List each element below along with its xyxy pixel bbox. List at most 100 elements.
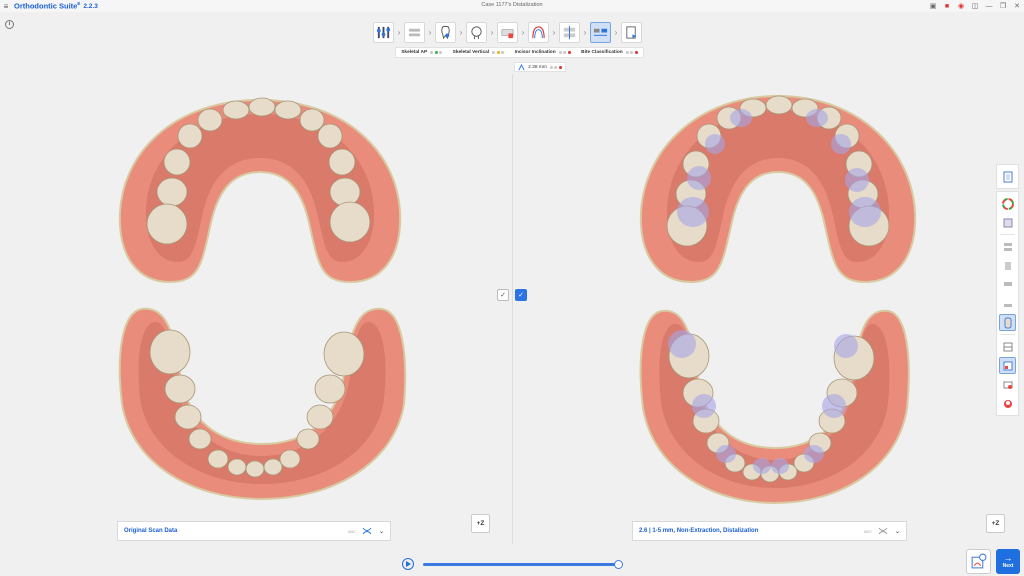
original-data-dropdown[interactable]: Original Scan Data ABC ⌄ bbox=[117, 521, 391, 541]
gum-icon bbox=[1003, 399, 1012, 408]
step-report-export[interactable] bbox=[621, 22, 642, 43]
occlusal-view-icon bbox=[1004, 317, 1011, 328]
status-dots bbox=[558, 51, 571, 54]
workflow-steps: › › › › › › › › bbox=[373, 21, 642, 44]
status-dots bbox=[430, 51, 443, 54]
view-divider[interactable] bbox=[512, 74, 513, 544]
report-export-icon bbox=[626, 26, 637, 39]
movement-table-button[interactable] bbox=[999, 357, 1016, 374]
status-dots bbox=[625, 51, 638, 54]
chevron-right-icon: › bbox=[521, 28, 525, 37]
view-cube-icon bbox=[1003, 171, 1012, 182]
show-upper-jaw-button[interactable] bbox=[999, 276, 1016, 293]
occlusal-view-button[interactable] bbox=[999, 314, 1016, 331]
chevron-right-icon: › bbox=[614, 28, 618, 37]
face-scan-icon bbox=[471, 26, 482, 40]
z-axis-right-button[interactable]: +Z bbox=[986, 514, 1005, 533]
original-lower-arch[interactable] bbox=[112, 304, 412, 502]
screen-capture-icon[interactable]: ▣ bbox=[926, 0, 940, 12]
superimpose-icon bbox=[1003, 342, 1012, 351]
app-title: Orthodontic SuiteE bbox=[14, 1, 81, 11]
chevron-right-icon: › bbox=[459, 28, 463, 37]
planned-upper-arch[interactable] bbox=[633, 88, 923, 288]
title-bar: ≡ Orthodontic SuiteE 2.2.3 Case 1177's D… bbox=[0, 0, 1024, 12]
lower-jaw-icon bbox=[1003, 303, 1012, 307]
color-wheel-icon bbox=[1001, 197, 1014, 210]
step-arch-form[interactable] bbox=[528, 22, 549, 43]
close-icon[interactable]: ✕ bbox=[1010, 0, 1024, 12]
upper-jaw-icon bbox=[1003, 281, 1012, 286]
hamburger-menu-icon[interactable]: ≡ bbox=[0, 0, 12, 12]
model-base-icon bbox=[501, 29, 514, 39]
show-right-view-button[interactable] bbox=[999, 257, 1016, 274]
color-map-button[interactable] bbox=[999, 195, 1016, 212]
classification-skeletal-ap[interactable]: Skeletal AP bbox=[401, 50, 443, 55]
show-lower-jaw-button[interactable] bbox=[999, 295, 1016, 312]
next-button[interactable]: → Next bbox=[996, 549, 1020, 574]
restore-icon[interactable]: ❐ bbox=[996, 0, 1010, 12]
attachment-button[interactable] bbox=[999, 376, 1016, 393]
arch-toggle-icon[interactable] bbox=[878, 527, 888, 535]
select-planned-checkbox[interactable]: ✓ bbox=[515, 289, 527, 301]
overjet-value: 2.38 mm bbox=[528, 64, 547, 70]
camera-icon[interactable]: ◫ bbox=[968, 0, 982, 12]
timeline-slider-track[interactable] bbox=[423, 563, 619, 566]
record-icon[interactable]: ◉ bbox=[954, 0, 968, 12]
z-axis-left-button[interactable]: +Z bbox=[471, 514, 490, 533]
both-jaws-icon bbox=[1003, 242, 1012, 251]
arrow-right-icon: → bbox=[1003, 553, 1013, 563]
chevron-down-icon[interactable]: ⌄ bbox=[379, 528, 384, 535]
gum-view-button[interactable] bbox=[999, 395, 1016, 412]
view-cube-button[interactable] bbox=[999, 168, 1016, 185]
next-label: Next bbox=[1002, 563, 1014, 569]
classification-incisor-inclination[interactable]: Incisor Inclination bbox=[515, 50, 571, 55]
timeline-slider-handle[interactable] bbox=[614, 560, 623, 569]
chevron-right-icon: › bbox=[583, 28, 587, 37]
arch-form-icon bbox=[532, 26, 545, 39]
step-model-base[interactable] bbox=[497, 22, 518, 43]
chevron-right-icon: › bbox=[490, 28, 494, 37]
ipr-icon bbox=[563, 25, 576, 40]
arch-toggle-icon[interactable] bbox=[362, 527, 372, 535]
tooth-segmentation-icon bbox=[441, 25, 450, 40]
status-dots bbox=[492, 51, 505, 54]
show-both-jaws-button[interactable] bbox=[999, 238, 1016, 255]
chevron-right-icon: › bbox=[428, 28, 432, 37]
texture-icon bbox=[1003, 218, 1012, 227]
chevron-down-icon[interactable]: ⌄ bbox=[895, 528, 900, 535]
play-button[interactable] bbox=[402, 558, 414, 570]
select-original-checkbox[interactable]: ✓ bbox=[497, 289, 509, 301]
texture-button[interactable] bbox=[999, 214, 1016, 231]
treatment-compare-icon bbox=[593, 28, 608, 36]
side-view-icon bbox=[1004, 261, 1011, 270]
info-icon[interactable]: i bbox=[5, 20, 14, 29]
overjet-indicator[interactable]: 2.38 mm bbox=[514, 62, 566, 72]
original-upper-arch[interactable] bbox=[110, 92, 410, 288]
treatment-plan-dropdown[interactable]: 2.6 | 1-5 mm, Non-Extraction, Distalizat… bbox=[632, 521, 907, 541]
step-ipr[interactable] bbox=[559, 22, 580, 43]
attachment-icon bbox=[1003, 381, 1012, 389]
text-toggle[interactable]: ABC bbox=[348, 529, 356, 534]
view-toolbar bbox=[996, 164, 1019, 189]
movement-table-icon bbox=[1003, 361, 1012, 370]
overjet-icon bbox=[518, 63, 525, 70]
classification-bar: Skeletal AP Skeletal Vertical Incisor In… bbox=[395, 47, 644, 58]
superimpose-button[interactable] bbox=[999, 338, 1016, 355]
display-toolbar bbox=[996, 191, 1019, 416]
play-icon bbox=[406, 561, 411, 567]
dental-arch-icon bbox=[408, 28, 421, 37]
step-dental-arch[interactable] bbox=[404, 22, 425, 43]
alignment-setup-icon bbox=[376, 26, 391, 39]
minimize-icon[interactable]: — bbox=[982, 0, 996, 12]
report-button[interactable] bbox=[966, 549, 991, 574]
step-alignment-setup[interactable] bbox=[373, 22, 394, 43]
screen-record-stop-icon[interactable]: ■ bbox=[940, 0, 954, 12]
planned-lower-arch[interactable] bbox=[634, 306, 916, 506]
step-tooth-segmentation[interactable] bbox=[435, 22, 456, 43]
step-face-scan[interactable] bbox=[466, 22, 487, 43]
step-treatment-compare[interactable] bbox=[590, 22, 611, 43]
text-toggle[interactable]: ABC bbox=[864, 529, 872, 534]
classification-skeletal-vertical[interactable]: Skeletal Vertical bbox=[453, 50, 505, 55]
treatment-plan-label: 2.6 | 1-5 mm, Non-Extraction, Distalizat… bbox=[639, 528, 759, 534]
classification-bite[interactable]: Bite Classification bbox=[581, 50, 638, 55]
